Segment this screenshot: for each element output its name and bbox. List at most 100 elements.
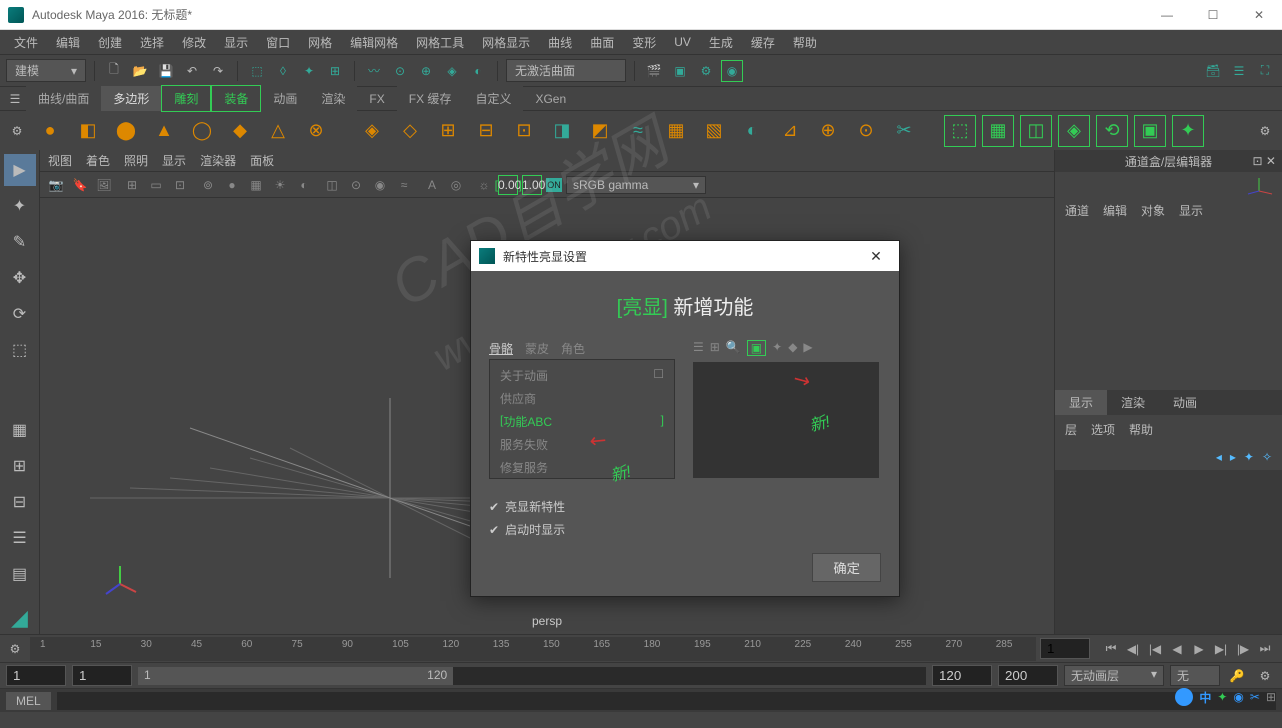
- minimize-button[interactable]: —: [1152, 8, 1182, 22]
- tray-icon-4[interactable]: ◉: [1233, 690, 1243, 704]
- shelf-menu-icon[interactable]: ☰: [4, 88, 26, 110]
- poly-svg-icon[interactable]: ◇: [394, 115, 426, 147]
- append-icon[interactable]: ▧: [698, 115, 730, 147]
- dlg-item-3[interactable]: 服务失败: [490, 433, 674, 456]
- new-icon[interactable]: 🗋: [103, 60, 125, 82]
- layer-tab-render[interactable]: 渲染: [1107, 390, 1159, 415]
- menu-mesh[interactable]: 网格: [300, 31, 340, 54]
- vp-exp-icon[interactable]: ☼: [474, 175, 494, 195]
- target-icon[interactable]: ⊙: [850, 115, 882, 147]
- move-tool[interactable]: ✥: [4, 262, 36, 294]
- menu-meshdisplay[interactable]: 网格显示: [474, 31, 538, 54]
- mel-label[interactable]: MEL: [6, 692, 51, 710]
- vp-gamma-icon[interactable]: ON: [546, 178, 562, 192]
- layout-outliner-icon[interactable]: ☰: [4, 522, 36, 554]
- vp-dof-icon[interactable]: ◎: [446, 175, 466, 195]
- shelf-options-icon[interactable]: ⚙: [1254, 120, 1276, 142]
- smooth-icon[interactable]: ◐: [736, 115, 768, 147]
- menu-modify[interactable]: 修改: [174, 31, 214, 54]
- timeline-gear-icon[interactable]: ⚙: [0, 642, 30, 656]
- maya-home-icon[interactable]: ◢: [4, 602, 36, 634]
- dlg-item-0[interactable]: 关于动画☐: [490, 364, 674, 387]
- layout-two-icon[interactable]: ⊟: [4, 486, 36, 518]
- vp-light[interactable]: 照明: [124, 152, 148, 169]
- dlg-icon-b[interactable]: ◆: [788, 340, 797, 356]
- prev-key-icon[interactable]: ◀|: [1124, 640, 1142, 658]
- dlg-tab-skeleton[interactable]: 骨骼: [489, 340, 513, 357]
- dlg-icon-grid[interactable]: ⊞: [710, 340, 720, 356]
- hl-tool2-icon[interactable]: ▦: [982, 115, 1014, 147]
- layer-new-icon[interactable]: ✦: [1244, 450, 1254, 464]
- menu-create[interactable]: 创建: [90, 31, 130, 54]
- shelf-tab-curves[interactable]: 曲线/曲面: [26, 86, 101, 111]
- vp-iso-icon[interactable]: ◫: [322, 175, 342, 195]
- toolbox-icon[interactable]: 🗃: [1202, 60, 1224, 82]
- dlg-icon-list[interactable]: ☰: [693, 340, 704, 356]
- paint-tool[interactable]: ✎: [4, 226, 36, 258]
- expand-icon[interactable]: ⛶: [1254, 60, 1276, 82]
- layer-up-icon[interactable]: ◂: [1216, 450, 1222, 464]
- vp-shadow-icon[interactable]: ◐: [294, 175, 314, 195]
- vp-grid-icon[interactable]: ⊞: [122, 175, 142, 195]
- render-hl-icon[interactable]: ◉: [721, 60, 743, 82]
- rotate-tool[interactable]: ⟳: [4, 298, 36, 330]
- poly-pyramid-icon[interactable]: △: [262, 115, 294, 147]
- dlg-icon-hl[interactable]: ▣: [747, 340, 766, 356]
- poly-cylinder-icon[interactable]: ⬤: [110, 115, 142, 147]
- close-button[interactable]: ✕: [1244, 8, 1274, 22]
- current-frame-input[interactable]: [1040, 638, 1090, 659]
- command-input[interactable]: [57, 692, 1276, 710]
- dlg-icon-a[interactable]: ✦: [772, 340, 782, 356]
- range-end-input[interactable]: [998, 665, 1058, 686]
- menu-display[interactable]: 显示: [216, 31, 256, 54]
- paint-icon[interactable]: ✦: [298, 60, 320, 82]
- workspace-dropdown[interactable]: 建模▾: [6, 59, 86, 82]
- bevel-icon[interactable]: ◩: [584, 115, 616, 147]
- layout-persp-icon[interactable]: ▤: [4, 558, 36, 590]
- shelf-tab-rigging[interactable]: 装备: [211, 85, 261, 112]
- dlg-item-1[interactable]: 供应商: [490, 387, 674, 410]
- go-start-icon[interactable]: ⏮: [1102, 640, 1120, 658]
- dlg-icon-search[interactable]: 🔍: [726, 340, 741, 356]
- hl-tool4-icon[interactable]: ◈: [1058, 115, 1090, 147]
- go-end-icon[interactable]: ⏭: [1256, 640, 1274, 658]
- shelf-tab-sculpt[interactable]: 雕刻: [161, 85, 211, 112]
- tray-icon-3[interactable]: ✦: [1217, 690, 1227, 704]
- poly-sphere-icon[interactable]: ●: [34, 115, 66, 147]
- undo-icon[interactable]: ↶: [181, 60, 203, 82]
- range-slider-track[interactable]: 1 120: [138, 667, 926, 685]
- chk-highlight[interactable]: ✔亮显新特性: [489, 495, 881, 518]
- layout-four-icon[interactable]: ⊞: [4, 450, 36, 482]
- poly-cone-icon[interactable]: ▲: [148, 115, 180, 147]
- tray-icon-2[interactable]: 中: [1199, 689, 1211, 706]
- bridge-icon[interactable]: ≈: [622, 115, 654, 147]
- tray-icon-5[interactable]: ✂: [1250, 690, 1260, 704]
- dlg-tab-skin[interactable]: 蒙皮: [525, 340, 549, 357]
- menu-editmesh[interactable]: 编辑网格: [342, 31, 406, 54]
- multicut-icon[interactable]: ✂: [888, 115, 920, 147]
- vp-gate-icon[interactable]: ▭: [146, 175, 166, 195]
- layout-single-icon[interactable]: ▦: [4, 414, 36, 446]
- vp-wire-icon[interactable]: ⊚: [198, 175, 218, 195]
- cb-tab-channel[interactable]: 通道: [1065, 202, 1089, 219]
- vp-num1[interactable]: [0.00: [498, 175, 518, 195]
- maximize-button[interactable]: ☐: [1198, 8, 1228, 22]
- poly-torus-icon[interactable]: ◯: [186, 115, 218, 147]
- redo-icon[interactable]: ↷: [207, 60, 229, 82]
- vp-tex-icon[interactable]: ▦: [246, 175, 266, 195]
- mirror-icon[interactable]: ⊿: [774, 115, 806, 147]
- menu-generate[interactable]: 生成: [701, 31, 741, 54]
- lasso-tool[interactable]: ✦: [4, 190, 36, 222]
- vp-panel[interactable]: 面板: [250, 152, 274, 169]
- menu-deform[interactable]: 变形: [624, 31, 664, 54]
- menu-edit[interactable]: 编辑: [48, 31, 88, 54]
- layer-menu-layer[interactable]: 层: [1065, 421, 1077, 438]
- vp-ao-icon[interactable]: ◉: [370, 175, 390, 195]
- cb-tab-object[interactable]: 对象: [1141, 202, 1165, 219]
- vp-shade[interactable]: 着色: [86, 152, 110, 169]
- char-dropdown[interactable]: 无: [1170, 665, 1220, 686]
- lasso-icon[interactable]: ◊: [272, 60, 294, 82]
- next-frame-icon[interactable]: ▶|: [1212, 640, 1230, 658]
- merge-icon[interactable]: ⊕: [812, 115, 844, 147]
- hl-tool3-icon[interactable]: ◫: [1020, 115, 1052, 147]
